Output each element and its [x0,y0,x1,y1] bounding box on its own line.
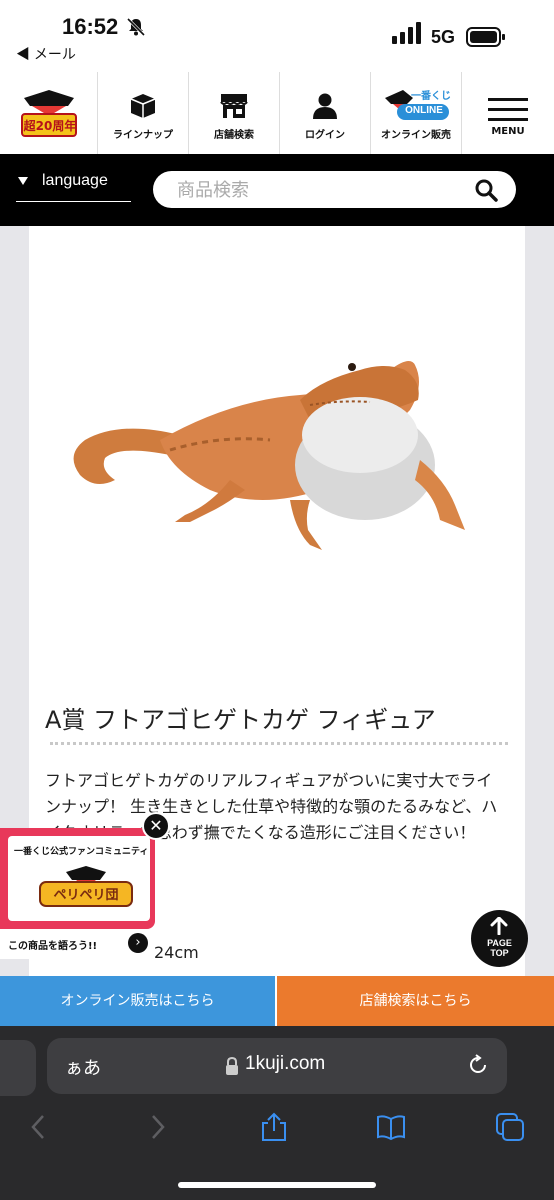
page-top-line2: TOP [490,948,509,958]
nav-store-search[interactable]: 店舗検索 [189,72,280,154]
nav-online-sales-label: オンライン販売 [381,130,451,141]
nav-lineup[interactable]: ラインナップ [98,72,189,154]
search-bar: language [0,154,554,226]
nav-menu-label: MENU [491,126,525,137]
logo-anniversary-text: 超20周年 [23,119,77,133]
online-logo-top-text: 一番くじ [411,91,451,102]
product-size: 24cm [154,943,199,962]
close-icon[interactable]: ✕ [142,812,170,840]
page-top-button[interactable]: PAGE TOP [471,910,528,967]
page-top-line1: PAGE [487,938,512,948]
arrow-up-icon [490,917,508,935]
community-banner-inner: 一番くじ公式ファンコミュニティ ペリペリ団 [8,836,150,921]
search-box [153,171,516,208]
clock: 16:52 [62,14,119,39]
browser-toolbar: ぁあ 1kuji.com [0,1026,554,1200]
community-caption[interactable]: この商品を語ろう!! › [0,929,155,959]
chevron-right-icon: › [128,933,148,953]
battery-icon [466,27,505,47]
address-bar[interactable]: ぁあ 1kuji.com [47,1038,507,1094]
online-sales-button[interactable]: オンライン販売はこちら [0,976,275,1026]
bell-off-icon [126,17,146,37]
reload-icon[interactable] [467,1054,489,1076]
share-icon[interactable] [259,1112,289,1142]
page-top-label: PAGE TOP [471,938,528,958]
forward-chevron-icon[interactable] [142,1112,172,1142]
reader-options-button[interactable]: ぁあ [65,1054,101,1080]
language-selector[interactable]: language [16,170,131,202]
online-logo-main-text: ONLINE [405,105,443,116]
nav-online-sales[interactable]: 一番くじ ONLINE オンライン販売 [371,72,462,154]
user-icon [313,93,337,119]
store-search-button[interactable]: 店舗検索はこちら [277,976,554,1026]
nav-login-label: ログイン [305,130,345,141]
signal-icon [392,22,421,44]
previous-tab-preview[interactable] [0,1040,36,1096]
language-label: language [42,172,108,189]
hamburger-icon [488,98,528,121]
nav-store-search-label: 店舗検索 [214,130,254,141]
title-divider [50,742,508,745]
nav-menu[interactable]: MENU [462,72,554,154]
back-to-mail[interactable]: ◀ メール [16,44,76,64]
url-text: 1kuji.com [245,1053,326,1074]
store-icon [220,94,248,118]
community-banner-frame: 一番くじ公式ファンコミュニティ ペリペリ団 [0,828,155,929]
community-logo-text: ペリペリ団 [53,888,119,903]
triangle-down-icon [18,177,28,185]
search-input[interactable] [177,177,457,203]
site-logo[interactable]: 一番くじ 超20周年 [0,72,98,154]
community-caption-text: この商品を語ろう!! [8,941,98,952]
bookmarks-icon[interactable] [376,1112,406,1142]
logo-top-text: 一番くじ [33,78,65,87]
nav-lineup-label: ラインナップ [113,130,173,141]
tabs-icon[interactable] [495,1112,525,1142]
network-type: 5G [431,27,456,47]
nav-login[interactable]: ログイン [280,72,371,154]
lock-icon [226,1057,238,1075]
search-icon[interactable] [474,178,498,202]
site-header-nav: 一番くじ 超20周年 ラインナップ 店舗検索 ログイン 一番くじ ONLINE … [0,72,554,154]
home-indicator [178,1182,376,1188]
box-icon [130,94,156,118]
status-bar: 16:52 ◀ メール 5G [0,0,554,68]
bearded-dragon-figure-image [73,361,465,550]
community-top-text: 一番くじ公式ファンコミュニティ [14,847,149,857]
community-banner[interactable]: 一番くじ公式ファンコミュニティ ペリペリ団 ✕ この商品を語ろう!! › [0,812,170,959]
back-chevron-icon[interactable] [24,1112,54,1142]
product-title: A賞 フトアゴヒゲトカゲ フィギュア [45,706,436,734]
